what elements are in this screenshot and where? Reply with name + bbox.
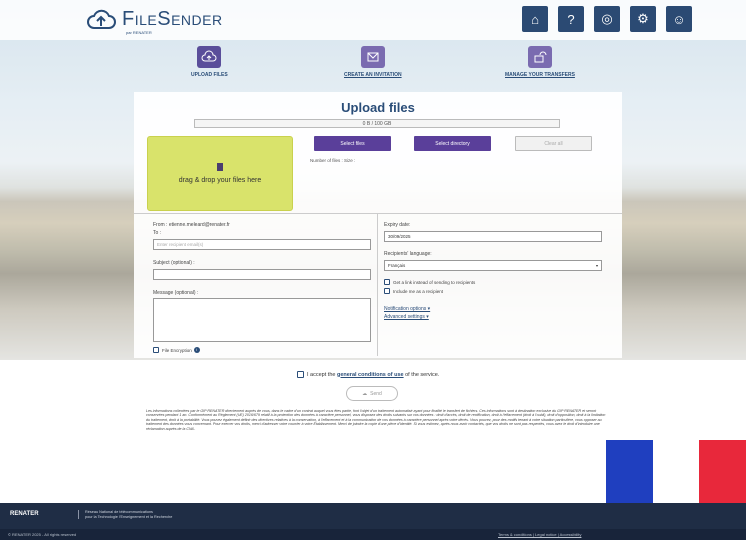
- help-icon[interactable]: ?: [558, 6, 584, 32]
- home-icon[interactable]: ⌂: [522, 6, 548, 32]
- checkbox-box: [384, 279, 390, 285]
- clear-all-button[interactable]: Clear all: [515, 136, 592, 151]
- divider-vertical: [377, 214, 378, 356]
- chevron-down-icon: ▾: [595, 263, 598, 268]
- message-textarea[interactable]: [153, 298, 371, 342]
- file-encryption-checkbox[interactable]: File Encryption i: [153, 347, 200, 353]
- message-label: Message (optional) :: [153, 290, 199, 296]
- renater-logo[interactable]: RENATER: [10, 511, 39, 517]
- subject-label: Subject (optional) :: [153, 260, 195, 266]
- header: FileSender par RENATER ⌂ ? ◎ ⚙ ☺: [0, 0, 746, 40]
- language-icon[interactable]: ◎: [594, 6, 620, 32]
- cloud-upload-icon: [87, 9, 116, 29]
- legal-notice: Les informations collectées par le GIP R…: [146, 409, 606, 431]
- drop-zone[interactable]: drag & drop your files here: [147, 136, 293, 211]
- tab-transfers-label: MANAGE YOUR TRANSFERS: [505, 72, 575, 78]
- file-count-summary: Number of files : Size :: [310, 158, 356, 163]
- select-directory-button[interactable]: Select directory: [414, 136, 491, 151]
- checkbox-box: [153, 347, 159, 353]
- tab-upload-label: UPLOAD FILES: [191, 72, 228, 78]
- footer-links[interactable]: Terms & conditions | Legal notice | Acce…: [498, 532, 581, 537]
- upload-cloud-icon: [197, 46, 222, 68]
- copyright: © RENATER 2025 - All rights reserved: [8, 532, 77, 537]
- user-profile-icon[interactable]: ☺: [666, 6, 692, 32]
- advanced-settings-link[interactable]: Advanced settings ▾: [384, 314, 429, 320]
- file-icon: [217, 163, 223, 171]
- transfers-icon: [527, 46, 552, 68]
- drop-zone-text: drag & drop your files here: [178, 177, 262, 184]
- select-files-button[interactable]: Select files: [314, 136, 391, 151]
- filesender-logo[interactable]: FileSender par RENATER: [86, 6, 223, 35]
- send-label: Send: [370, 390, 382, 397]
- language-value: Français: [388, 263, 406, 268]
- subject-input[interactable]: [153, 269, 371, 280]
- language-label: Recipients' language:: [384, 251, 432, 257]
- tab-manage-transfers[interactable]: MANAGE YOUR TRANSFERS: [505, 46, 575, 78]
- tab-create-invitation[interactable]: CREATE AN INVITATION: [344, 46, 402, 78]
- get-link-label: Get a link instead of sending to recipie…: [393, 279, 476, 285]
- expiry-label: Expiry date:: [384, 222, 411, 228]
- send-button[interactable]: ☁ Send: [346, 386, 398, 401]
- user-admin-icon[interactable]: ⚙: [630, 6, 656, 32]
- quota-progress-bar: 0 B / 100 GB: [194, 119, 560, 128]
- terms-suffix: of the service.: [403, 371, 440, 378]
- footer: RENATER Réseau National de télécommunica…: [0, 503, 746, 540]
- page-title: Upload files: [341, 100, 415, 115]
- notification-options-link[interactable]: Notification options ▾: [384, 306, 430, 312]
- tab-upload-files[interactable]: UPLOAD FILES: [191, 46, 228, 78]
- language-select[interactable]: Français ▾: [384, 260, 602, 271]
- divider-horizontal: [134, 213, 622, 214]
- brand-name: FileSender: [122, 7, 223, 30]
- include-me-checkbox[interactable]: Include me as a recipient: [384, 288, 443, 294]
- get-link-checkbox[interactable]: Get a link instead of sending to recipie…: [384, 279, 475, 285]
- invitation-icon: [360, 46, 385, 68]
- renater-description: Réseau National de télécommunications po…: [78, 510, 173, 520]
- include-me-label: Include me as a recipient: [393, 288, 444, 294]
- main-nav: UPLOAD FILES CREATE AN INVITATION MANAGE…: [0, 46, 746, 86]
- terms-checkbox[interactable]: I accept the general conditions of use o…: [297, 371, 439, 378]
- expiry-date-input[interactable]: 30/09/2025: [384, 231, 602, 242]
- checkbox-box: [384, 288, 390, 294]
- recipient-email-input[interactable]: Enter recipient email(s): [153, 239, 371, 250]
- footer-bottom-bar: © RENATER 2025 - All rights reserved Ter…: [0, 529, 746, 540]
- tab-invitation-label: CREATE AN INVITATION: [344, 72, 402, 78]
- renater-desc-line2: pour la Technologie l'Enseignement et la…: [85, 514, 173, 519]
- brand-sub: par RENATER: [126, 30, 152, 35]
- upload-panel: Upload files 0 B / 100 GB drag & drop yo…: [134, 92, 622, 358]
- checkbox-box: [297, 371, 304, 378]
- terms-link[interactable]: general conditions of use: [337, 372, 404, 378]
- file-encryption-label: File Encryption: [162, 347, 192, 353]
- from-label: From : etienne.meleard@renater.fr: [153, 222, 230, 228]
- send-icon: ☁: [362, 390, 368, 397]
- terms-prefix: I accept the: [307, 371, 337, 378]
- to-label: To :: [153, 230, 162, 236]
- info-icon[interactable]: i: [193, 347, 200, 353]
- header-icons: ⌂ ? ◎ ⚙ ☺: [522, 6, 692, 32]
